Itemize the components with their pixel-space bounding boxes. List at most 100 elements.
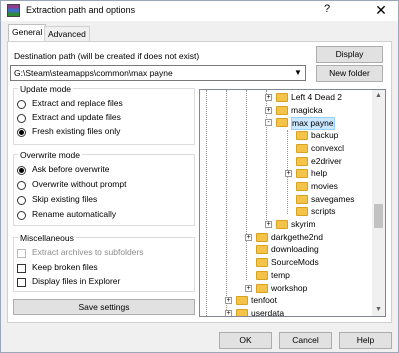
tree-node-label[interactable]: tenfoot — [251, 295, 277, 306]
overwrite-label-without-prompt: Overwrite without prompt — [32, 179, 127, 189]
folder-icon — [276, 118, 288, 128]
collapse-icon[interactable]: - — [265, 119, 272, 127]
tree-node-label[interactable]: Left 4 Dead 2 — [291, 92, 342, 103]
chevron-down-icon[interactable]: ▼ — [292, 66, 304, 80]
folder-icon — [296, 169, 308, 179]
tree-node-label[interactable]: e2driver — [311, 156, 342, 167]
folder-icon — [296, 207, 308, 217]
expand-icon[interactable]: + — [265, 94, 272, 101]
folder-icon — [276, 220, 288, 229]
tree-node-label[interactable]: workshop — [271, 283, 307, 294]
expand-icon[interactable]: + — [225, 309, 232, 316]
tab-advanced[interactable]: Advanced — [44, 26, 90, 41]
title-bar: Extraction path and options ? ✕ — [1, 1, 398, 21]
overwrite-radio-skip[interactable] — [17, 196, 26, 205]
display-button[interactable]: Display — [316, 46, 383, 63]
help-icon[interactable]: ? — [317, 3, 337, 19]
cancel-button[interactable]: Cancel — [279, 332, 332, 349]
overwrite-label-skip: Skip existing files — [32, 194, 98, 204]
overwrite-radio-rename[interactable] — [17, 211, 26, 220]
tree-node-row[interactable]: convexcl — [200, 143, 385, 155]
tree-node-label[interactable]: magicka — [291, 105, 323, 116]
tree-node-label[interactable]: movies — [311, 181, 338, 192]
overwrite-label-ask: Ask before overwrite — [32, 164, 110, 174]
folder-icon — [296, 143, 308, 153]
tree-scrollbar[interactable]: ▲ ▼ — [372, 90, 385, 316]
expand-icon[interactable]: + — [225, 297, 232, 305]
folder-icon — [296, 194, 308, 204]
tree-node-row[interactable]: movies — [200, 181, 385, 193]
tree-node-row[interactable]: savegames — [200, 194, 385, 206]
winrar-app-icon — [7, 4, 20, 17]
tree-node-row[interactable]: + darkgethe2nd — [200, 232, 385, 244]
tree-node-row[interactable]: downloading — [200, 244, 385, 256]
overwrite-label-rename: Rename automatically — [32, 209, 117, 219]
tree-node-label[interactable]: userdata — [251, 308, 284, 316]
scroll-up-icon[interactable]: ▲ — [372, 90, 385, 102]
folder-icon — [256, 283, 268, 293]
tree-node-label[interactable]: max payne — [291, 117, 335, 131]
expand-icon[interactable]: + — [265, 106, 272, 114]
dialog-window: Extraction path and options ? ✕ General … — [0, 0, 399, 353]
save-settings-button[interactable]: Save settings — [13, 299, 195, 315]
tree-node-label[interactable]: temp — [271, 270, 290, 281]
folder-icon — [256, 245, 268, 255]
tree-node-row[interactable]: + tenfoot — [200, 295, 385, 307]
folder-icon — [276, 105, 288, 115]
scroll-down-icon[interactable]: ▼ — [372, 304, 385, 316]
update-mode-label-fresh: Fresh existing files only — [32, 126, 121, 136]
dialog-title: Extraction path and options — [26, 5, 136, 15]
update-mode-title: Update mode — [18, 84, 74, 94]
tree-node-label[interactable]: downloading — [271, 244, 319, 255]
tree-node-label[interactable]: backup — [311, 130, 338, 141]
ok-button[interactable]: OK — [219, 332, 272, 349]
tree-node-label[interactable]: scripts — [311, 206, 336, 217]
expand-icon[interactable]: + — [245, 284, 252, 292]
tree-node-row[interactable]: + skyrim — [200, 219, 385, 231]
tree-node-label[interactable]: savegames — [311, 194, 354, 205]
tree-node-row[interactable]: e2driver — [200, 156, 385, 168]
folder-icon — [296, 181, 308, 191]
tree-node-row[interactable]: backup — [200, 130, 385, 142]
close-icon[interactable]: ✕ — [369, 1, 393, 19]
expand-icon[interactable]: + — [245, 233, 252, 241]
tree-node-row[interactable]: + help — [200, 168, 385, 180]
update-mode-radio-update[interactable] — [17, 114, 26, 123]
expand-icon[interactable]: + — [285, 170, 292, 178]
destination-path-combobox[interactable]: G:\Steam\steamapps\common\max payne ▼ — [10, 65, 306, 81]
checkbox-extract-to-subfolders[interactable] — [17, 249, 26, 258]
label-display-in-explorer: Display files in Explorer — [32, 276, 121, 286]
new-folder-button[interactable]: New folder — [316, 65, 383, 82]
tree-node-row[interactable]: scripts — [200, 206, 385, 218]
tree-node-row[interactable]: temp — [200, 270, 385, 282]
expand-icon[interactable]: + — [265, 221, 272, 228]
destination-path-value: G:\Steam\steamapps\common\max payne — [14, 68, 173, 78]
tree-node-row[interactable]: + userdata — [200, 308, 385, 316]
tree-node-row[interactable]: + workshop — [200, 283, 385, 295]
help-button[interactable]: Help — [339, 332, 392, 349]
overwrite-radio-without-prompt[interactable] — [17, 181, 26, 190]
tree-node-label[interactable]: darkgethe2nd — [271, 232, 323, 243]
tree-node-row[interactable]: + Left 4 Dead 2 — [200, 92, 385, 104]
overwrite-radio-ask[interactable] — [17, 166, 26, 175]
tree-node-label[interactable]: skyrim — [291, 219, 316, 230]
miscellaneous-title: Miscellaneous — [18, 233, 76, 243]
folder-icon — [236, 296, 248, 306]
tree-node-row[interactable]: - max payne — [200, 117, 385, 131]
folder-icon — [256, 270, 268, 280]
tree-node-row[interactable]: + magicka — [200, 105, 385, 117]
tree-node-label[interactable]: convexcl — [311, 143, 344, 154]
checkbox-keep-broken-files[interactable] — [17, 264, 26, 273]
update-mode-radio-replace[interactable] — [17, 100, 26, 109]
scroll-thumb[interactable] — [374, 204, 383, 228]
folder-icon — [276, 93, 288, 102]
folder-icon — [296, 156, 308, 166]
update-mode-radio-fresh[interactable] — [17, 128, 26, 137]
checkbox-display-in-explorer[interactable] — [17, 278, 26, 287]
tab-general[interactable]: General — [8, 24, 47, 42]
tree-node-label[interactable]: SourceMods — [271, 257, 319, 268]
update-mode-label-replace: Extract and replace files — [32, 98, 123, 108]
tree-node-label[interactable]: help — [311, 168, 327, 179]
tree-node-row[interactable]: SourceMods — [200, 257, 385, 269]
folder-tree[interactable]: + Left 4 Dead 2 + magicka - max payne backup co… — [199, 89, 386, 317]
